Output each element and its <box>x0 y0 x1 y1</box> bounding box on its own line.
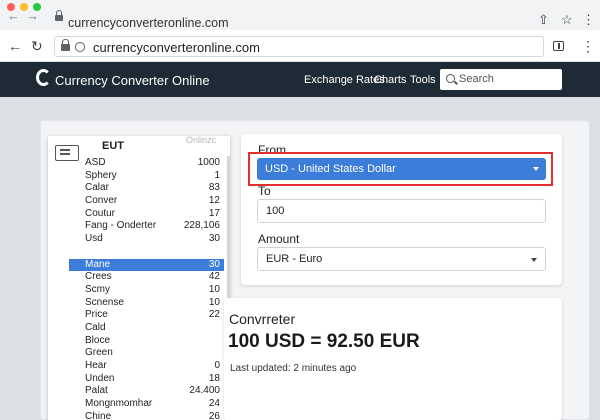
dropdown-option[interactable]: Usd 30 <box>69 233 224 246</box>
to-currency-value: EUR - Euro <box>266 253 323 265</box>
option-value: 18 <box>208 372 220 384</box>
option-name: Palat <box>85 385 108 397</box>
option-name: Fang - Onderter <box>85 220 157 232</box>
option-value: 24.400 <box>189 385 220 397</box>
dropdown-option[interactable]: Bloce <box>69 335 224 348</box>
address-bar[interactable]: currencyconverteronline.com <box>54 36 544 57</box>
search-icon <box>446 74 455 83</box>
dropdown-option[interactable]: Chine 26 <box>69 411 224 420</box>
dropdown-option[interactable]: Conver 12 <box>69 195 224 208</box>
dropdown-ghost-text: Onlinzc <box>186 135 217 145</box>
to-label: To <box>258 184 271 198</box>
result-title: Convrreter <box>229 311 296 327</box>
option-value: 26 <box>208 410 220 420</box>
dropdown-option[interactable]: Green <box>69 347 224 360</box>
dropdown-option[interactable]: Scnense 10 <box>69 297 224 310</box>
share-icon[interactable]: ⇧ <box>538 13 549 26</box>
option-value: 10 <box>208 296 220 308</box>
option-name: Unden <box>85 372 115 384</box>
option-value: 1000 <box>197 157 220 168</box>
back-arrow-icon[interactable]: ← <box>7 9 20 22</box>
brand-logo-icon[interactable] <box>36 69 51 86</box>
menu-icon[interactable]: ⋮ <box>582 13 595 26</box>
option-name: Scnense <box>85 296 124 308</box>
dropdown-option[interactable]: ASD 1000 <box>69 157 224 170</box>
option-name: Green <box>85 347 113 359</box>
nav-exchange-rates[interactable]: Exchange Rates <box>304 74 385 86</box>
option-name: Conver <box>85 195 118 207</box>
from-select-highlight <box>248 152 553 186</box>
dropdown-option[interactable]: Scmy 10 <box>69 284 224 297</box>
option-value: 17 <box>208 207 220 219</box>
option-name: Sphery <box>85 169 117 181</box>
nav-tools[interactable]: Tools <box>410 74 436 86</box>
tab-url[interactable]: currencyconverteronline.com <box>68 16 229 30</box>
browser-tab-bar: ← → currencyconverteronline.com ⇧ ☆ ⋮ <box>0 0 600 30</box>
option-value: 24 <box>208 398 220 410</box>
browser-toolbar: ← ↻ currencyconverteronline.com ⋮ <box>0 30 600 62</box>
dropdown-option[interactable]: Calar 83 <box>69 182 224 195</box>
nav-charts[interactable]: Charts <box>374 74 406 86</box>
site-header: Currency Converter Online Exchange Rates… <box>0 62 600 97</box>
option-name: Bloce <box>85 334 111 346</box>
dropdown-option[interactable]: Mongnmomhar 24 <box>69 398 224 411</box>
option-value: 42 <box>208 271 220 283</box>
option-value: 30 <box>208 258 220 270</box>
extensions-icon[interactable] <box>553 41 564 51</box>
conversion-result: 100 USD = 92.50 EUR <box>228 331 420 352</box>
option-value: 0 <box>214 360 220 371</box>
dropdown-items: ASD 1000 Sphery 1 Calar 83 Conver 12 Coutur 17 Fan… <box>69 157 224 420</box>
back-arrow-icon[interactable]: ← <box>8 39 22 53</box>
option-name: Chine <box>85 410 112 420</box>
option-name: Usd <box>85 233 103 245</box>
option-value: 10 <box>208 283 220 295</box>
last-updated: Last updated: 2 minutes ago <box>230 363 357 374</box>
dropdown-option[interactable] <box>69 246 224 259</box>
option-value: 83 <box>208 182 220 194</box>
dropdown-option[interactable]: Unden 18 <box>69 373 224 386</box>
lock-icon <box>61 39 70 51</box>
dropdown-option[interactable]: Palat 24.400 <box>69 385 224 398</box>
dropdown-option[interactable]: Hear 0 <box>69 360 224 373</box>
chevron-down-icon <box>531 258 537 262</box>
to-currency-select[interactable]: EUR - Euro <box>257 247 546 271</box>
dropdown-option[interactable]: Cald <box>69 322 224 335</box>
option-name: Hear <box>85 360 107 371</box>
option-name: ASD <box>85 157 106 168</box>
reload-icon[interactable]: ↻ <box>31 39 43 53</box>
option-name: Crees <box>85 271 112 283</box>
option-value: 30 <box>208 233 220 245</box>
dropdown-header: EUT <box>102 140 124 152</box>
dropdown-option[interactable]: Sphery 1 <box>69 170 224 183</box>
search-input[interactable]: Search <box>440 69 562 90</box>
forward-arrow-icon[interactable]: → <box>26 9 39 22</box>
option-value: 22 <box>208 309 220 321</box>
option-name: Coutur <box>85 207 116 219</box>
option-name: Scmy <box>85 283 110 295</box>
dropdown-option[interactable]: Price 22 <box>69 309 224 322</box>
dropdown-option[interactable]: Coutur 17 <box>69 208 224 221</box>
option-name: Cald <box>85 321 106 333</box>
result-card: Convrreter 100 USD = 92.50 EUR Last upda… <box>224 298 562 420</box>
option-name: Calar <box>85 182 109 194</box>
amount-input[interactable]: 100 <box>257 199 546 223</box>
amount-value: 100 <box>266 205 285 217</box>
search-placeholder: Search <box>459 73 494 85</box>
dropdown-option[interactable]: Fang - Onderter 228,106 <box>69 220 224 233</box>
option-name: Mane <box>85 258 111 270</box>
star-icon[interactable]: ☆ <box>561 13 573 26</box>
brand-name[interactable]: Currency Converter Online <box>55 73 210 88</box>
lock-icon <box>55 10 63 21</box>
option-name: Price <box>85 309 108 321</box>
menu-icon[interactable]: ⋮ <box>581 39 595 53</box>
amount-label: Amount <box>258 232 300 246</box>
dropdown-option[interactable]: Crees 42 <box>69 271 224 284</box>
option-name: Mongnmomhar <box>85 398 153 410</box>
option-value: 228,106 <box>183 220 220 232</box>
option-value: 12 <box>208 195 220 207</box>
site-info-icon[interactable] <box>75 42 85 52</box>
address-url[interactable]: currencyconverteronline.com <box>93 40 260 55</box>
option-value: 1 <box>214 169 220 181</box>
dropdown-option[interactable]: Mane 30 <box>69 258 224 272</box>
